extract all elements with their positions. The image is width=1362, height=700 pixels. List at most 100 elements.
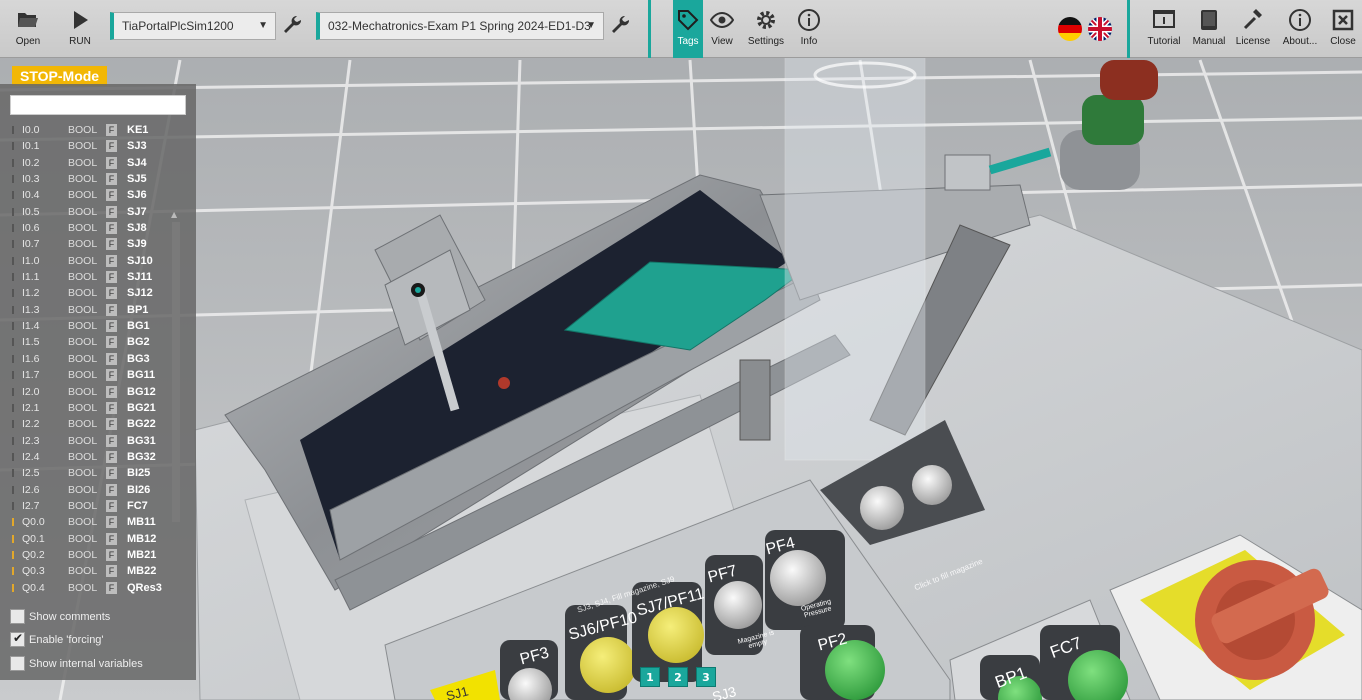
force-button[interactable]: F xyxy=(106,222,117,235)
force-button[interactable]: F xyxy=(106,287,117,300)
tag-name: BI25 xyxy=(127,467,151,480)
info-button[interactable]: Info xyxy=(794,0,824,58)
io-indicator xyxy=(12,338,14,347)
tag-type: BOOL xyxy=(68,385,98,398)
force-button[interactable]: F xyxy=(106,369,117,382)
tag-name: SJ6 xyxy=(127,189,147,202)
force-button[interactable]: F xyxy=(106,532,117,545)
manual-label: Manual xyxy=(1192,36,1226,47)
enable-forcing-checkbox[interactable]: ✔ Enable 'forcing' xyxy=(10,631,104,647)
force-button[interactable]: F xyxy=(106,205,117,218)
manual-button[interactable]: Manual xyxy=(1190,0,1228,58)
force-button[interactable]: F xyxy=(106,418,117,431)
tutorial-screen-icon xyxy=(1153,10,1175,28)
tag-name: MB21 xyxy=(127,548,157,561)
tag-list-scrollbar[interactable]: ▲ xyxy=(171,210,181,595)
tag-row: I0.3 BOOL F SJ5 xyxy=(0,171,170,187)
force-button[interactable]: F xyxy=(106,548,117,561)
tag-name: SJ4 xyxy=(127,156,147,169)
checkbox-box[interactable] xyxy=(10,656,25,671)
force-button[interactable]: F xyxy=(106,336,117,349)
force-button[interactable]: F xyxy=(106,156,117,169)
force-button[interactable]: F xyxy=(106,254,117,267)
force-button[interactable]: F xyxy=(106,140,117,153)
about-button[interactable]: About... xyxy=(1280,0,1320,58)
tag-name: BG3 xyxy=(127,352,150,365)
simulation-step-1-button[interactable]: 1 xyxy=(640,667,660,687)
force-button[interactable]: F xyxy=(106,401,117,414)
tag-row: I0.0 BOOL F KE1 xyxy=(0,122,170,138)
force-button[interactable]: F xyxy=(106,467,117,480)
simulation-step-3-button[interactable]: 3 xyxy=(696,667,716,687)
plc-mode-badge: STOP-Mode xyxy=(12,66,108,86)
tag-name: BG22 xyxy=(127,418,156,431)
tag-row: I0.4 BOOL F SJ6 xyxy=(0,187,170,203)
project-settings-wrench-icon[interactable] xyxy=(608,14,632,38)
force-button[interactable]: F xyxy=(106,303,117,316)
scroll-up-icon[interactable]: ▲ xyxy=(171,210,177,219)
tag-row: Q0.3 BOOL F MB22 xyxy=(0,563,170,579)
show-internal-variables-checkbox[interactable]: Show internal variables xyxy=(10,656,143,671)
tag-row: I1.2 BOOL F SJ12 xyxy=(0,285,170,301)
tag-type: BOOL xyxy=(68,189,98,202)
plc-settings-wrench-icon[interactable] xyxy=(280,14,304,38)
force-button[interactable]: F xyxy=(106,385,117,398)
tag-address: I2.2 xyxy=(22,418,40,431)
checkbox-box[interactable] xyxy=(10,609,25,624)
force-button[interactable]: F xyxy=(106,173,117,186)
force-button[interactable]: F xyxy=(106,352,117,365)
tutorial-button[interactable]: Tutorial xyxy=(1143,0,1185,58)
force-button[interactable]: F xyxy=(106,434,117,447)
tag-type: BOOL xyxy=(68,499,98,512)
force-button[interactable]: F xyxy=(106,581,117,594)
tag-address: I2.1 xyxy=(22,401,40,414)
close-button[interactable]: Close xyxy=(1328,0,1358,58)
io-indicator xyxy=(12,583,14,592)
tags-button[interactable]: Tags xyxy=(673,0,703,58)
tag-address: Q0.0 xyxy=(22,516,45,529)
force-button[interactable]: F xyxy=(106,516,117,529)
project-select[interactable]: 032-Mechatronics-Exam P1 Spring 2024-ED1… xyxy=(316,12,604,40)
force-button[interactable]: F xyxy=(106,450,117,463)
simulation-step-2-button[interactable]: 2 xyxy=(668,667,688,687)
view-button[interactable]: View xyxy=(706,0,738,58)
tag-name: BG1 xyxy=(127,320,150,333)
eye-icon xyxy=(710,11,734,29)
show-comments-checkbox[interactable]: Show comments xyxy=(10,609,110,624)
tag-row: I1.4 BOOL F BG1 xyxy=(0,318,170,334)
uk-flag-icon[interactable] xyxy=(1088,17,1112,41)
project-select-value: 032-Mechatronics-Exam P1 Spring 2024-ED1… xyxy=(328,19,591,33)
show-comments-label: Show comments xyxy=(29,610,111,623)
chevron-down-icon: ▼ xyxy=(258,20,268,31)
plc-select[interactable]: TiaPortalPlcSim1200 ▼ xyxy=(110,12,276,40)
license-button[interactable]: License xyxy=(1234,0,1272,58)
force-button[interactable]: F xyxy=(106,189,117,202)
io-indicator xyxy=(12,142,14,151)
force-button[interactable]: F xyxy=(106,483,117,496)
tag-address: I1.7 xyxy=(22,369,40,382)
io-indicator xyxy=(12,207,14,216)
force-button[interactable]: F xyxy=(106,499,117,512)
tag-address: I1.6 xyxy=(22,352,40,365)
force-button[interactable]: F xyxy=(106,271,117,284)
scrollbar-thumb[interactable] xyxy=(172,222,180,522)
tag-type: BOOL xyxy=(68,565,98,578)
german-flag-icon[interactable] xyxy=(1058,17,1082,41)
tag-row: I2.5 BOOL F BI25 xyxy=(0,465,170,481)
tag-type: BOOL xyxy=(68,271,98,284)
settings-button[interactable]: Settings xyxy=(744,0,788,58)
io-indicator xyxy=(12,256,14,265)
tag-type: BOOL xyxy=(68,532,98,545)
open-button[interactable]: Open xyxy=(10,0,46,58)
tag-filter-input[interactable] xyxy=(10,95,186,115)
tag-type: BOOL xyxy=(68,548,98,561)
run-button[interactable]: RUN xyxy=(62,0,98,58)
force-button[interactable]: F xyxy=(106,238,117,251)
tag-type: BOOL xyxy=(68,254,98,267)
checkbox-box[interactable]: ✔ xyxy=(10,631,25,647)
tag-type: BOOL xyxy=(68,516,98,529)
tag-name: BG31 xyxy=(127,434,156,447)
force-button[interactable]: F xyxy=(106,320,117,333)
force-button[interactable]: F xyxy=(106,124,117,136)
force-button[interactable]: F xyxy=(106,565,117,578)
